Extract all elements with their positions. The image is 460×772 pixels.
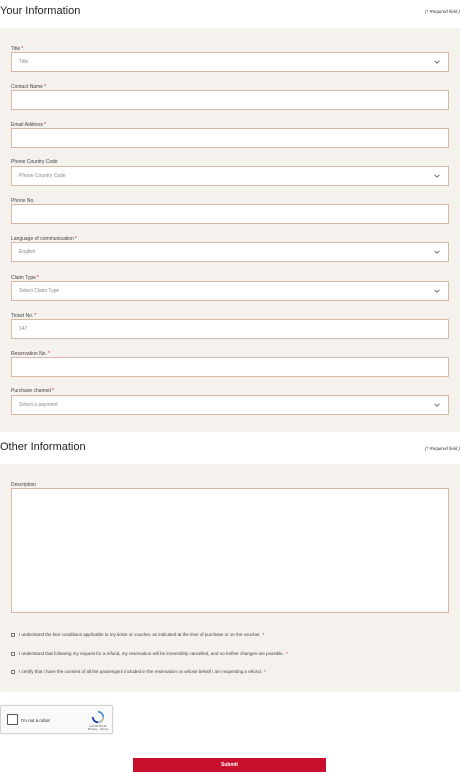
checkbox[interactable]	[11, 669, 15, 674]
language-select[interactable]: English	[11, 242, 449, 262]
claim-type-value: Select Claim Type	[19, 288, 60, 294]
chevron-down-icon	[434, 250, 440, 254]
phone-country-code-value: Phone Country Code	[19, 173, 66, 179]
consent-fare-conditions[interactable]: I understand the fare conditions applica…	[11, 632, 264, 637]
purchase-channel-value: Select a payment	[19, 402, 58, 408]
section-title-other-information: Other Information	[0, 441, 86, 453]
chevron-down-icon	[434, 60, 440, 64]
consent-refund-cancellation[interactable]: I understand that following my request f…	[11, 651, 288, 656]
checkbox[interactable]	[11, 632, 15, 637]
reservation-no-field[interactable]	[11, 357, 449, 377]
recaptcha-links[interactable]: Privacy - Terms	[85, 727, 111, 731]
description-textarea[interactable]	[11, 488, 449, 613]
required-note: (* Required field )	[424, 446, 460, 451]
checkbox-label: I certify that I have the consent of all…	[19, 669, 263, 674]
checkbox[interactable]	[11, 651, 15, 656]
chevron-down-icon	[434, 403, 440, 407]
purchase-channel-select[interactable]: Select a payment	[11, 395, 449, 415]
recaptcha-brand: reCAPTCHA Privacy - Terms	[85, 724, 111, 732]
language-value: English	[19, 249, 36, 255]
required-note: (* Required field )	[424, 9, 460, 14]
title-select[interactable]: Title	[11, 52, 449, 72]
recaptcha-checkbox[interactable]	[7, 714, 18, 725]
recaptcha-label: I'm not a robot	[21, 718, 50, 723]
checkbox-label: I understand the fare conditions applica…	[19, 632, 261, 637]
chevron-down-icon	[434, 174, 440, 178]
title-select-value: Title	[19, 59, 29, 65]
claim-type-select[interactable]: Select Claim Type	[11, 281, 449, 301]
section-title-your-information: Your Information	[0, 5, 81, 17]
phone-no-field[interactable]	[11, 204, 449, 224]
purchase-channel-label: Purchase channel*	[11, 388, 54, 394]
recaptcha-logo-icon	[91, 710, 105, 724]
consent-passengers[interactable]: I certify that I have the consent of all…	[11, 669, 266, 674]
chevron-down-icon	[434, 289, 440, 293]
recaptcha-widget: I'm not a robot reCAPTCHA Privacy - Term…	[0, 705, 113, 734]
contact-name-field[interactable]	[11, 90, 449, 110]
submit-button[interactable]: Submit	[133, 758, 326, 772]
phone-country-code-select[interactable]: Phone Country Code	[11, 166, 449, 186]
checkbox-label: I understand that following my request f…	[19, 651, 284, 656]
ticket-no-field[interactable]: 147	[11, 319, 449, 339]
ticket-no-value: 147	[19, 326, 28, 332]
phone-country-code-label: Phone Country Code	[11, 159, 58, 165]
email-field[interactable]	[11, 128, 449, 148]
